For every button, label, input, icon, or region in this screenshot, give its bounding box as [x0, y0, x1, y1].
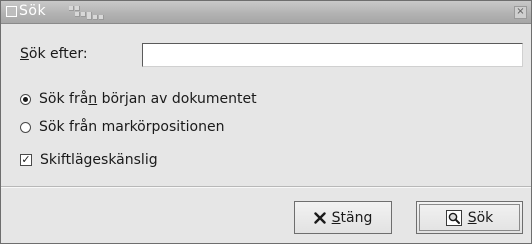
window-close-button[interactable]: ×	[514, 6, 527, 19]
radio-from-start-indicator[interactable]	[20, 93, 31, 105]
window-title: Sök	[19, 3, 47, 19]
search-dialog: Sök × Sök efter: Sök från början av doku…	[0, 0, 532, 244]
close-button[interactable]: Stäng	[294, 201, 392, 234]
find-magnifier-icon	[445, 209, 462, 226]
search-button-label: Sök	[467, 209, 494, 226]
case-sensitive-checkbox[interactable]: ✓ Skiftlägeskänslig	[20, 152, 158, 168]
case-sensitive-label: Skiftlägeskänslig	[40, 152, 158, 168]
search-button[interactable]: Sök	[416, 201, 523, 234]
close-button-label: Stäng	[331, 209, 373, 226]
case-sensitive-check-icon[interactable]: ✓	[20, 154, 32, 166]
window-menu-icon[interactable]	[6, 6, 17, 17]
title-bar[interactable]: Sök ×	[1, 1, 531, 24]
radio-from-start[interactable]: Sök från början av dokumentet	[20, 91, 257, 107]
radio-from-cursor[interactable]: Sök från markörpositionen	[20, 119, 224, 135]
search-label-text: ök efter:	[28, 46, 88, 62]
search-button-focus-ring: Sök	[419, 204, 520, 231]
search-label-mnemonic: S	[20, 46, 29, 62]
search-label: Sök efter:	[20, 46, 88, 62]
close-x-icon	[313, 211, 326, 224]
radio-from-cursor-label: Sök från markörpositionen	[39, 119, 225, 135]
dialog-body: Sök efter: Sök från början av dokumentet…	[1, 24, 531, 243]
radio-from-cursor-indicator[interactable]	[20, 121, 31, 133]
button-separator	[1, 186, 531, 188]
search-input[interactable]	[142, 43, 523, 67]
title-grip-icon	[69, 6, 117, 20]
radio-from-start-label: Sök från början av dokumentet	[39, 91, 257, 107]
